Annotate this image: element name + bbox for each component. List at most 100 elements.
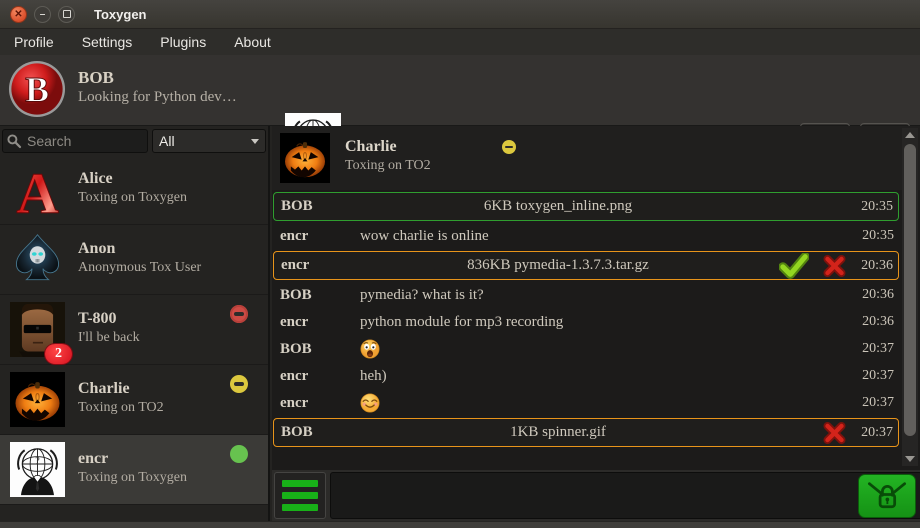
message-sender: encr <box>280 314 360 331</box>
message-time: 20:37 <box>848 341 894 357</box>
status-icon-away <box>230 375 248 393</box>
contact-avatar <box>10 372 65 427</box>
chat-menu-button[interactable] <box>274 472 326 519</box>
file-transfer-row: encr836KB pymedia-1.3.7.3.tar.gz 20:36 <box>273 251 899 280</box>
menu-plugins[interactable]: Plugins <box>146 34 220 50</box>
contact-name: encr <box>78 449 187 469</box>
contact-name: Anon <box>78 239 201 259</box>
file-transfer-label: 6KB toxygen_inline.png <box>361 198 755 215</box>
toxygen-window: ✕ – Toxygen Profile Settings Plugins Abo… <box>0 0 920 528</box>
message-row: encrwow charlie is online20:35 <box>273 223 899 249</box>
scrollbar-thumb[interactable] <box>904 144 916 436</box>
emoji-smiling-face <box>360 393 848 413</box>
message-row: BOB 20:37 <box>273 336 899 362</box>
contact-row-t-800[interactable]: T-800 I'll be back 2 <box>0 295 268 365</box>
menu-about[interactable]: About <box>220 34 285 50</box>
message-row: encr 20:37 <box>273 390 899 416</box>
message-list: BOB6KB toxygen_inline.png20:35encrwow ch… <box>272 190 900 449</box>
contact-row-alice[interactable]: A Alice Toxing on Toxygen <box>0 155 268 225</box>
file-transfer-row: BOB1KB spinner.gif 20:37 <box>273 418 899 447</box>
message-sender: encr <box>281 257 361 274</box>
contact-row-anon[interactable]: Anon Anonymous Tox User <box>0 225 268 295</box>
message-sender: BOB <box>281 198 361 215</box>
status-icon-online <box>230 445 248 463</box>
chat-contact-banner: Charlie Toxing on TO2 <box>272 126 920 190</box>
title-bar: ✕ – Toxygen <box>0 0 920 29</box>
message-row: BOBpymedia? what is it?20:36 <box>273 282 899 308</box>
menu-profile[interactable]: Profile <box>0 34 68 50</box>
banner-status-message: Toxing on TO2 <box>345 157 431 175</box>
message-sender: encr <box>280 228 360 245</box>
message-sender: encr <box>280 368 360 385</box>
contact-name: T-800 <box>78 309 140 329</box>
search-input[interactable] <box>2 129 148 153</box>
unread-count-badge: 2 <box>45 344 72 364</box>
scroll-down-arrow[interactable] <box>902 452 918 466</box>
chat-area: Charlie Toxing on TO2 BOB6KB toxygen_inl… <box>272 126 920 470</box>
banner-away-status-icon <box>502 140 516 154</box>
message-input[interactable] <box>330 472 920 519</box>
svg-text:?: ? <box>35 456 40 467</box>
self-status-message: Looking for Python dev… <box>78 88 237 107</box>
window-bottom-edge <box>0 521 920 528</box>
contact-status-message: I'll be back <box>78 329 140 347</box>
message-text: wow charlie is online <box>360 228 848 245</box>
chat-scrollbar <box>902 128 918 466</box>
message-sender: BOB <box>280 341 360 358</box>
message-time: 20:37 <box>848 395 894 411</box>
contact-avatar: ? <box>10 442 65 497</box>
message-time: 20:35 <box>847 199 893 215</box>
self-avatar[interactable]: B <box>8 60 66 118</box>
file-transfer-label: 1KB spinner.gif <box>361 424 755 441</box>
message-time: 20:37 <box>847 425 893 441</box>
contact-avatar: A <box>10 162 65 217</box>
hamburger-menu-icon <box>282 480 318 511</box>
contact-status-message: Toxing on TO2 <box>78 399 164 417</box>
svg-text:A: A <box>16 162 58 217</box>
close-window-button[interactable]: ✕ <box>10 6 27 23</box>
contact-status-message: Toxing on Toxygen <box>78 469 187 487</box>
decline-file-button[interactable] <box>822 254 847 278</box>
window-title: Toxygen <box>94 7 147 22</box>
contact-name: Alice <box>78 169 187 189</box>
message-time: 20:35 <box>848 228 894 244</box>
contact-status-message: Anonymous Tox User <box>78 259 201 277</box>
banner-avatar <box>280 133 330 183</box>
status-icon-busy <box>230 305 248 323</box>
message-sender: BOB <box>281 424 361 441</box>
message-row: encrpython module for mp3 recording20:36 <box>273 309 899 335</box>
self-name: BOB <box>78 68 237 88</box>
svg-text:B: B <box>25 70 49 110</box>
contact-avatar <box>10 232 65 287</box>
message-text: python module for mp3 recording <box>360 314 848 331</box>
header: B BOB Looking for Python dev… ? encr Tox… <box>0 55 920 126</box>
send-message-button[interactable] <box>858 474 916 518</box>
composer-bar <box>272 470 920 521</box>
message-sender: encr <box>280 395 360 412</box>
contact-row-encr[interactable]: ? encr Toxing on Toxygen <box>0 435 268 505</box>
filter-dropdown-value: All <box>159 133 175 149</box>
message-row: encrheh)20:37 <box>273 363 899 389</box>
search-icon <box>6 133 22 149</box>
contact-row-charlie[interactable]: Charlie Toxing on TO2 <box>0 365 268 435</box>
decline-file-button[interactable] <box>822 421 847 445</box>
message-text: heh) <box>360 368 848 385</box>
message-time: 20:36 <box>848 314 894 330</box>
contact-list: A Alice Toxing on Toxygen Anon Anonymous… <box>0 155 268 505</box>
maximize-window-button[interactable] <box>58 6 75 23</box>
file-transfer-label: 836KB pymedia-1.3.7.3.tar.gz <box>361 257 755 274</box>
scroll-up-arrow[interactable] <box>902 128 918 142</box>
filter-dropdown[interactable]: All <box>152 129 266 153</box>
minimize-window-button[interactable]: – <box>34 6 51 23</box>
menu-bar: Profile Settings Plugins About <box>0 29 920 55</box>
chevron-down-icon <box>251 139 259 144</box>
accept-file-button[interactable] <box>779 253 809 279</box>
message-sender: BOB <box>280 287 360 304</box>
contact-name: Charlie <box>78 379 164 399</box>
contacts-sidebar: All A Alice Toxing on Toxygen Anon Anony… <box>0 126 270 521</box>
message-time: 20:36 <box>848 287 894 303</box>
emoji-scared-face <box>360 339 848 359</box>
banner-contact-name: Charlie <box>345 137 431 157</box>
menu-settings[interactable]: Settings <box>68 34 147 50</box>
message-text: pymedia? what is it? <box>360 287 848 304</box>
